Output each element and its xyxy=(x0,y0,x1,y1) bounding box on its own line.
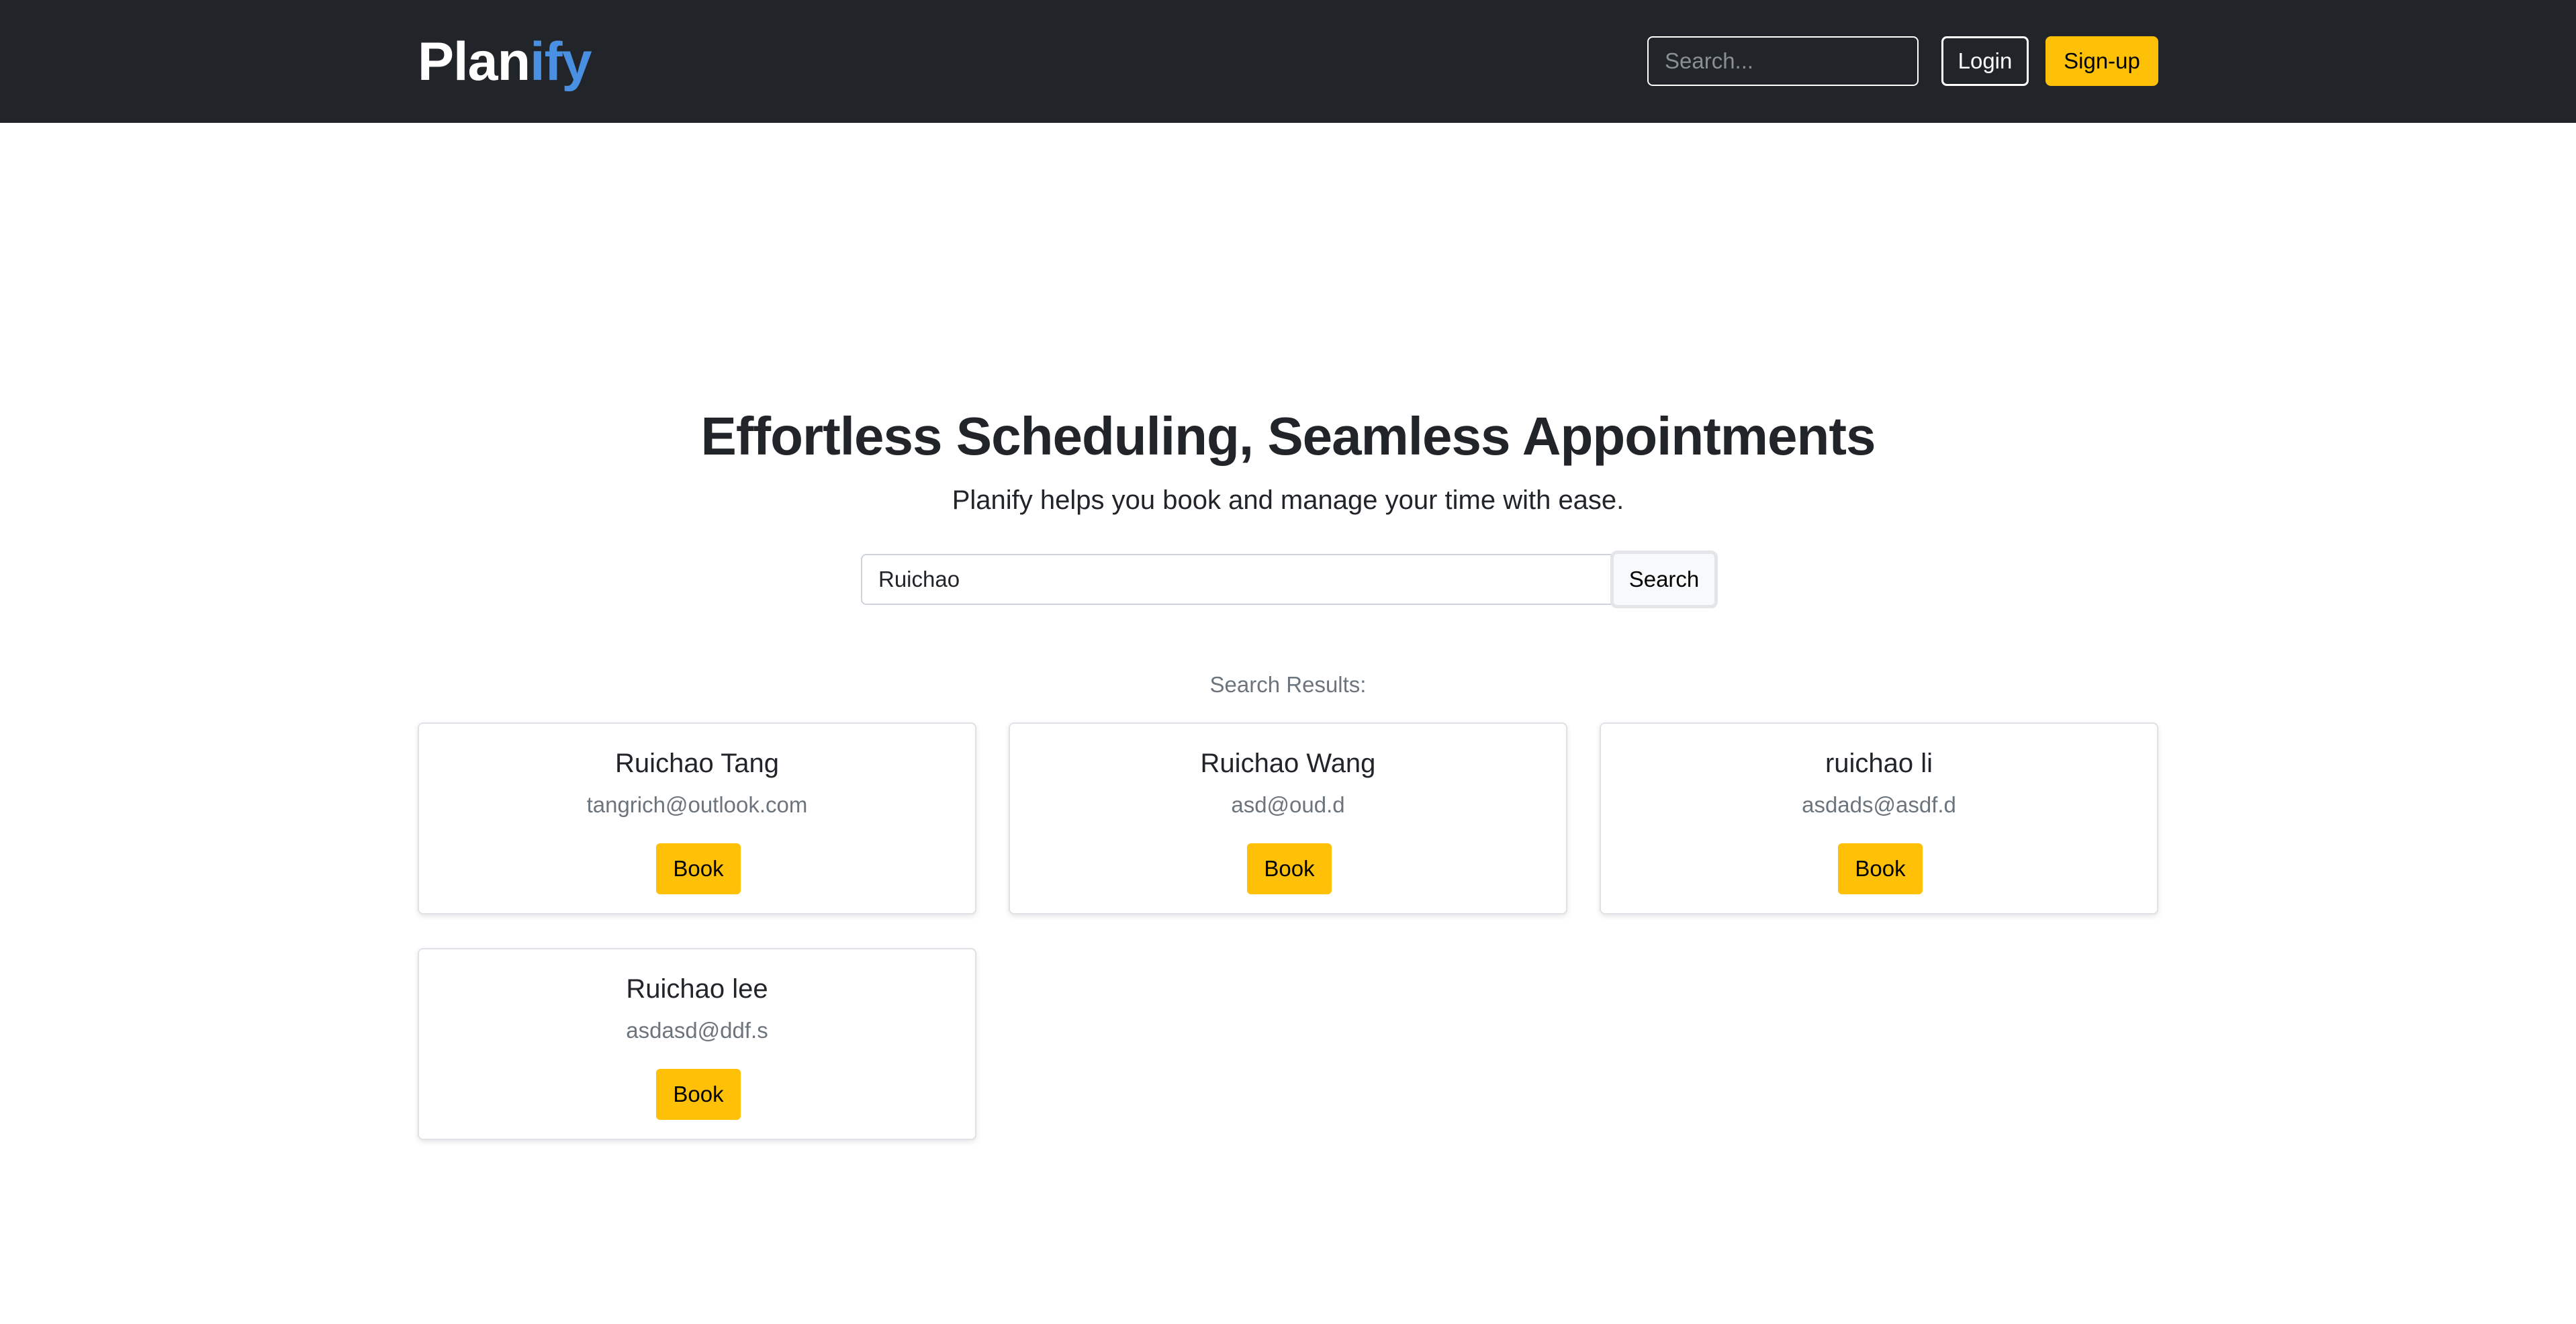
result-card-email: tangrich@outlook.com xyxy=(586,792,808,817)
book-button[interactable]: Book xyxy=(1247,843,1332,894)
brand-name-main: Plan xyxy=(418,32,531,92)
book-button[interactable]: Book xyxy=(656,1069,741,1120)
result-card-name: Ruichao Tang xyxy=(615,749,779,778)
main-search-button[interactable]: Search xyxy=(1610,551,1718,608)
hero-title: Effortless Scheduling, Seamless Appointm… xyxy=(700,406,1876,466)
result-card-name: Ruichao Wang xyxy=(1200,749,1376,778)
book-button[interactable]: Book xyxy=(656,843,741,894)
result-card: Ruichao Tang tangrich@outlook.com Book xyxy=(418,722,976,914)
result-card: Ruichao Wang asd@oud.d Book xyxy=(1009,722,1567,914)
brand-name-accent: ify xyxy=(530,32,592,92)
result-card: ruichao li asdads@asdf.d Book xyxy=(1600,722,2158,914)
result-card-name: ruichao li xyxy=(1825,749,1933,778)
search-results-label: Search Results: xyxy=(1209,672,1367,697)
nav-search-input[interactable] xyxy=(1647,36,1919,86)
result-card-name: Ruichao lee xyxy=(626,974,768,1004)
result-card-email: asdasd@ddf.s xyxy=(626,1018,768,1043)
hero-subtitle: Planify helps you book and manage your t… xyxy=(952,485,1624,515)
result-card: Ruichao lee asdasd@ddf.s Book xyxy=(418,948,976,1140)
login-button[interactable]: Login xyxy=(1941,36,2029,86)
book-button[interactable]: Book xyxy=(1838,843,1923,894)
result-card-email: asd@oud.d xyxy=(1231,792,1345,817)
result-card-email: asdads@asdf.d xyxy=(1802,792,1956,817)
top-navbar: Planify Login Sign-up xyxy=(0,0,2576,123)
signup-button[interactable]: Sign-up xyxy=(2045,36,2158,86)
main-search-input[interactable] xyxy=(861,554,1612,605)
brand-logo[interactable]: Planify xyxy=(418,30,592,94)
